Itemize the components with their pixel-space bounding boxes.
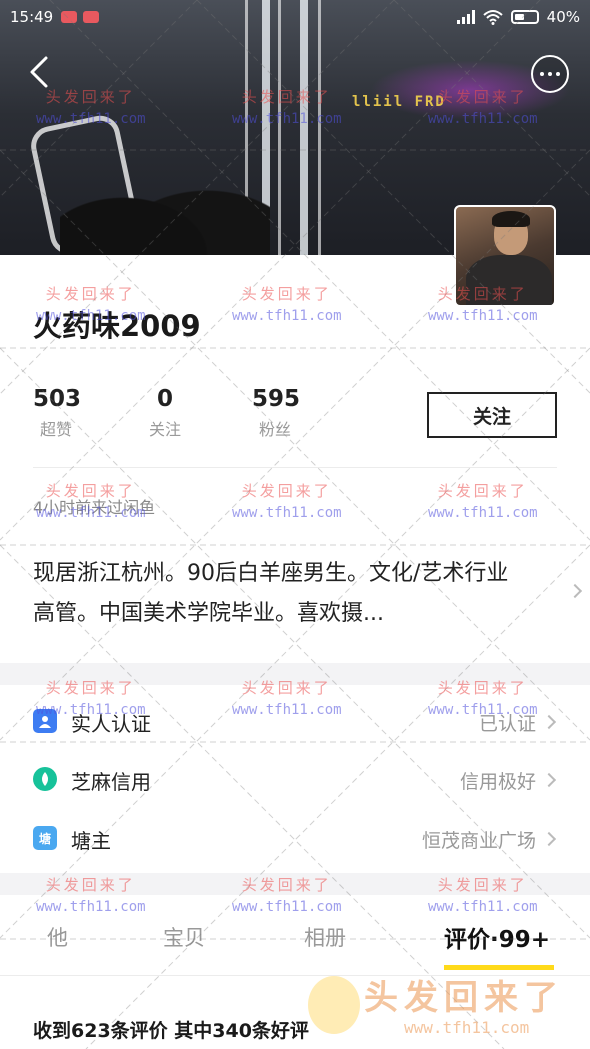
chevron-right-icon: [567, 583, 583, 599]
row-value: 已认证: [478, 713, 536, 735]
cover-pillar: [300, 0, 308, 255]
follow-button[interactable]: 关注: [427, 392, 557, 438]
tab-him[interactable]: 他: [47, 922, 68, 952]
stat-label: 超赞: [39, 420, 72, 439]
review-summary: 收到623条评价 其中340条好评: [33, 1020, 309, 1042]
stat-likes[interactable]: 503 超赞: [33, 386, 82, 440]
stat-value: 0: [156, 386, 173, 412]
section-separator: [0, 663, 590, 685]
watermark-logo: 头发回来了 www.tfh11.com: [308, 968, 590, 1048]
stat-value: 595: [252, 386, 301, 412]
section-separator: [0, 873, 590, 895]
row-real-name-verification[interactable]: 实人认证 已认证: [0, 692, 590, 750]
tab-reviews[interactable]: 评价·99+: [444, 920, 550, 954]
chevron-right-icon: [541, 714, 557, 730]
tab-album[interactable]: 相册: [304, 922, 346, 952]
id-badge-icon: [33, 709, 57, 733]
status-time: 15:49: [10, 8, 54, 26]
pond-icon: 塘: [33, 826, 57, 850]
stat-label: 关注: [148, 420, 181, 439]
cartoon-face-icon: [308, 976, 360, 1034]
chevron-right-icon: [541, 831, 557, 847]
divider: [33, 467, 557, 468]
battery-icon: [510, 10, 539, 24]
row-label: 芝麻信用: [71, 770, 151, 794]
stat-following[interactable]: 0 关注: [145, 386, 185, 440]
bio-text[interactable]: 现居浙江杭州。90后白羊座男生。文化/艺术行业高管。中国美术学院毕业。喜欢摄..…: [33, 554, 523, 634]
cover-people: [60, 155, 270, 255]
more-dot-icon: [556, 72, 560, 76]
battery-level: 40%: [546, 8, 580, 26]
cover-sign: lliil FRD: [352, 94, 446, 110]
tab-items[interactable]: 宝贝: [163, 922, 205, 952]
avatar[interactable]: [454, 205, 556, 307]
watermark: 头发回来了 www.tfh11.com: [232, 482, 342, 521]
stat-value: 503: [33, 386, 82, 412]
stat-followers[interactable]: 595 粉丝: [252, 386, 301, 440]
wifi-icon: [482, 10, 503, 25]
avatar-hair: [492, 211, 530, 227]
more-options-button[interactable]: [531, 55, 569, 93]
row-pond-owner[interactable]: 塘 塘主 恒茂商业广场: [0, 809, 590, 867]
last-active-text: 4小时前来过闲鱼: [33, 498, 156, 517]
row-sesame-credit[interactable]: 芝麻信用 信用极好: [0, 750, 590, 808]
row-label: 塘主: [71, 829, 111, 853]
username: 火药味2009: [33, 309, 201, 343]
stat-label: 粉丝: [258, 420, 291, 439]
cover-pillar: [318, 0, 321, 255]
watermark: 头发回来了 www.tfh11.com: [232, 285, 342, 324]
notification-app-icon: [61, 11, 78, 23]
avatar-body: [466, 255, 552, 305]
row-value: 恒茂商业广场: [421, 830, 536, 852]
chevron-right-icon: [541, 772, 557, 788]
notification-app-icon: [83, 11, 100, 23]
more-dot-icon: [540, 72, 544, 76]
sesame-credit-icon: [33, 767, 57, 791]
status-right: 40%: [456, 8, 580, 26]
row-label: 实人认证: [71, 712, 151, 736]
back-arrow-icon[interactable]: [22, 52, 62, 92]
signal-icon: [456, 10, 475, 24]
row-value: 信用极好: [459, 771, 536, 793]
cover-pillar: [278, 0, 281, 255]
watermark: 头发回来了 www.tfh11.com: [428, 482, 538, 521]
more-dot-icon: [548, 72, 552, 76]
status-bar: 15:49 40%: [0, 0, 590, 34]
